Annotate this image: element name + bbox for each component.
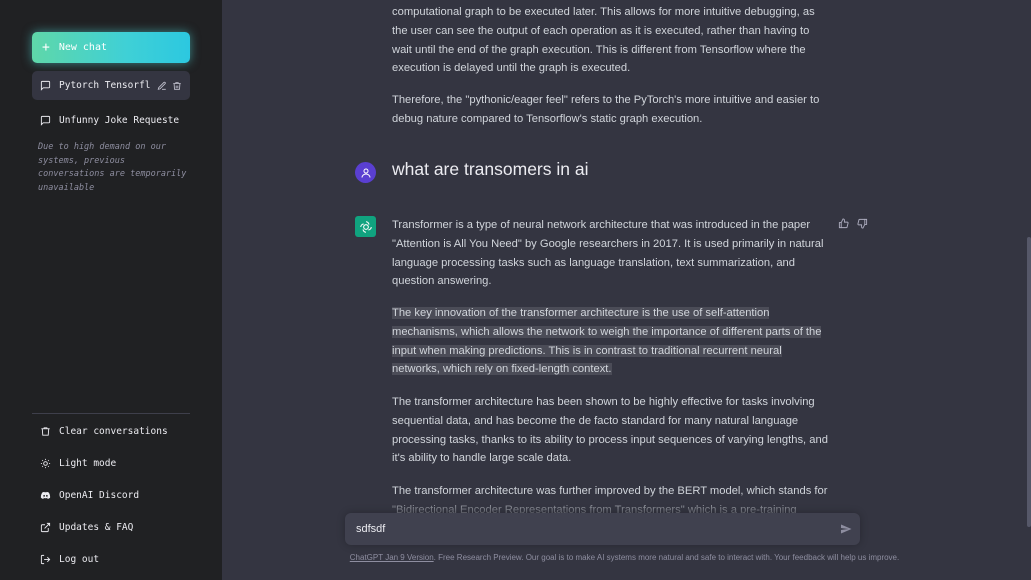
chat-bubble-icon (40, 115, 51, 126)
trash-icon[interactable] (172, 81, 182, 91)
external-link-icon (40, 522, 51, 532)
user-question: what are transomers in ai (392, 159, 589, 179)
updates-faq-label: Updates & FAQ (59, 521, 134, 533)
send-icon[interactable] (840, 523, 852, 535)
logout-icon (40, 554, 51, 564)
footer-text: . Free Research Preview. Our goal is to … (433, 553, 900, 562)
logout-label: Log out (59, 553, 100, 565)
message-input-box[interactable] (345, 513, 860, 545)
availability-notice: Due to high demand on our systems, previ… (38, 142, 187, 193)
chat-panel: computational graph to be executed later… (222, 0, 1031, 580)
chat-bubble-icon (40, 80, 51, 91)
conversation-item[interactable]: Pytorch Tensorfl (32, 71, 190, 100)
clear-conversations-label: Clear conversations (59, 425, 168, 437)
selected-text: The key innovation of the transformer ar… (392, 307, 822, 376)
edit-icon[interactable] (157, 81, 167, 91)
new-chat-label: New chat (58, 42, 107, 53)
answer-paragraph: Transformer is a type of neural network … (392, 219, 824, 288)
user-icon (361, 168, 370, 178)
answer-paragraph: The key innovation of the transformer ar… (392, 304, 832, 379)
conversation-item[interactable]: Unfunny Joke Requeste (32, 106, 190, 135)
light-mode-label: Light mode (59, 457, 117, 469)
discord-label: OpenAI Discord (59, 489, 140, 501)
user-avatar (355, 162, 376, 183)
plus-icon: + (42, 40, 50, 55)
version-link[interactable]: ChatGPT Jan 9 Version (350, 553, 434, 562)
footer-disclaimer: ChatGPT Jan 9 Version. Free Research Pre… (222, 553, 1027, 562)
message-input[interactable] (356, 523, 816, 535)
logout-button[interactable]: Log out (32, 547, 190, 571)
previous-answer-paragraph: Therefore, the "pythonic/eager feel" ref… (392, 94, 820, 125)
updates-faq-link[interactable]: Updates & FAQ (32, 515, 190, 539)
openai-logo-icon (359, 220, 372, 233)
light-mode-button[interactable]: Light mode (32, 451, 190, 475)
scrollbar[interactable] (1027, 237, 1031, 527)
thumbs-down-icon[interactable] (857, 218, 868, 229)
thumbs-up-icon[interactable] (838, 218, 849, 229)
sidebar-divider (32, 413, 190, 414)
conversation-title: Pytorch Tensorfl (59, 80, 151, 91)
discord-link[interactable]: OpenAI Discord (32, 483, 190, 507)
sidebar: + New chat Pytorch Tensorfl Unfunny Joke… (0, 0, 222, 580)
answer-paragraph: The transformer architecture has been sh… (392, 396, 828, 465)
assistant-avatar (355, 216, 376, 237)
conversation-title: Unfunny Joke Requeste (59, 115, 180, 126)
discord-icon (40, 491, 51, 499)
previous-answer-paragraph: computational graph to be executed later… (392, 6, 815, 75)
new-chat-button[interactable]: + New chat (32, 32, 190, 63)
clear-conversations-button[interactable]: Clear conversations (32, 419, 190, 443)
trash-icon (41, 426, 50, 436)
sun-icon (40, 458, 51, 468)
